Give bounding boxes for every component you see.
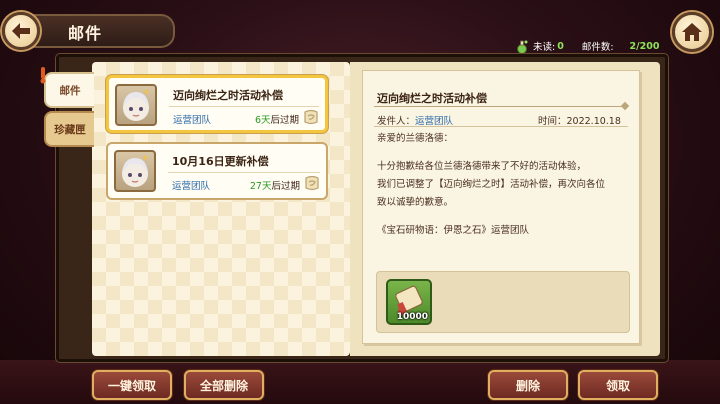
letter-body-line-2: 我们已调整了【迈向绚烂之时】活动补偿，再次向各位: [377, 179, 606, 190]
home-icon: [682, 23, 702, 41]
tab-treasure-box[interactable]: 珍藏匣: [44, 111, 94, 147]
unread-label: 未读:: [533, 42, 556, 53]
scroll-icon: [305, 175, 319, 191]
mail-title: 10月16日更新补偿: [172, 155, 269, 168]
potion-icon: [517, 40, 528, 54]
mail-expire: 6天后过期: [255, 112, 299, 126]
mail-item-1[interactable]: 迈向绚烂之时活动补偿 运营团队 6天后过期: [106, 75, 328, 133]
claim-button[interactable]: 领取: [578, 370, 658, 400]
delete-label: 删除: [515, 378, 540, 393]
letter-greeting: 亲爱的兰德洛德：: [377, 133, 454, 144]
letter-signature: 《宝石研物语：伊恩之石》运营团队: [377, 225, 530, 236]
unread-count: 0: [557, 40, 564, 52]
divider: [169, 106, 319, 107]
header-rule: [374, 126, 628, 127]
letter-body-line-3: 致以诚挚的歉意。: [377, 197, 454, 208]
mail-stats: 未读: 0 邮件数: 2/200: [515, 37, 659, 55]
delete-all-button[interactable]: 全部删除: [184, 370, 264, 400]
letter-title: 迈向绚烂之时活动补偿: [377, 92, 487, 105]
mail-title: 迈向绚烂之时活动补偿: [173, 89, 283, 102]
expire-suffix: 后过期: [271, 181, 300, 192]
letter-sender: 发件人：运营团队: [377, 113, 453, 127]
expire-days: 6天: [254, 115, 271, 126]
sender-avatar: [115, 84, 157, 126]
mail-sender: 运营团队: [172, 181, 211, 192]
divider: [168, 172, 320, 173]
home-button[interactable]: [672, 12, 712, 52]
header-banner: [30, 14, 175, 48]
notification-icon: [40, 67, 46, 84]
delete-button[interactable]: 删除: [488, 370, 568, 400]
claim-all-button[interactable]: 一键领取: [92, 370, 172, 400]
expire-days: 27天: [249, 181, 272, 192]
letter-body-line-1: 十分抱歉给各位兰德洛德带来了不好的活动体验，: [377, 161, 587, 172]
mail-sender: 运营团队: [173, 115, 212, 126]
letter-time: 时间：2022.10.18: [538, 116, 621, 127]
delete-all-label: 全部删除: [199, 378, 248, 393]
scroll-icon: [304, 109, 318, 125]
arrow-left-icon: [12, 23, 30, 39]
character-portrait-icon: [122, 155, 148, 187]
mail-expire: 27天后过期: [250, 178, 300, 192]
mail-item-2[interactable]: 10月16日更新补偿 运营团队 27天后过期: [106, 142, 328, 200]
back-button[interactable]: [2, 12, 40, 50]
tab-mail[interactable]: 邮件: [44, 72, 94, 108]
mail-count-value: 2/200: [629, 40, 660, 52]
title-rule: [374, 106, 628, 107]
tab-treasure-label: 珍藏匣: [54, 123, 86, 136]
mail-count-label: 邮件数:: [581, 42, 614, 53]
claim-label: 领取: [605, 378, 630, 393]
claim-all-label: 一键领取: [107, 378, 156, 393]
page-title: 邮件: [68, 24, 103, 43]
character-portrait-icon: [123, 89, 149, 121]
reward-count: 10000: [396, 312, 428, 322]
sender-avatar: [114, 150, 156, 192]
reward-item[interactable]: 10000: [386, 279, 432, 325]
tab-mail-label: 邮件: [59, 84, 81, 97]
expire-suffix: 后过期: [270, 115, 299, 126]
